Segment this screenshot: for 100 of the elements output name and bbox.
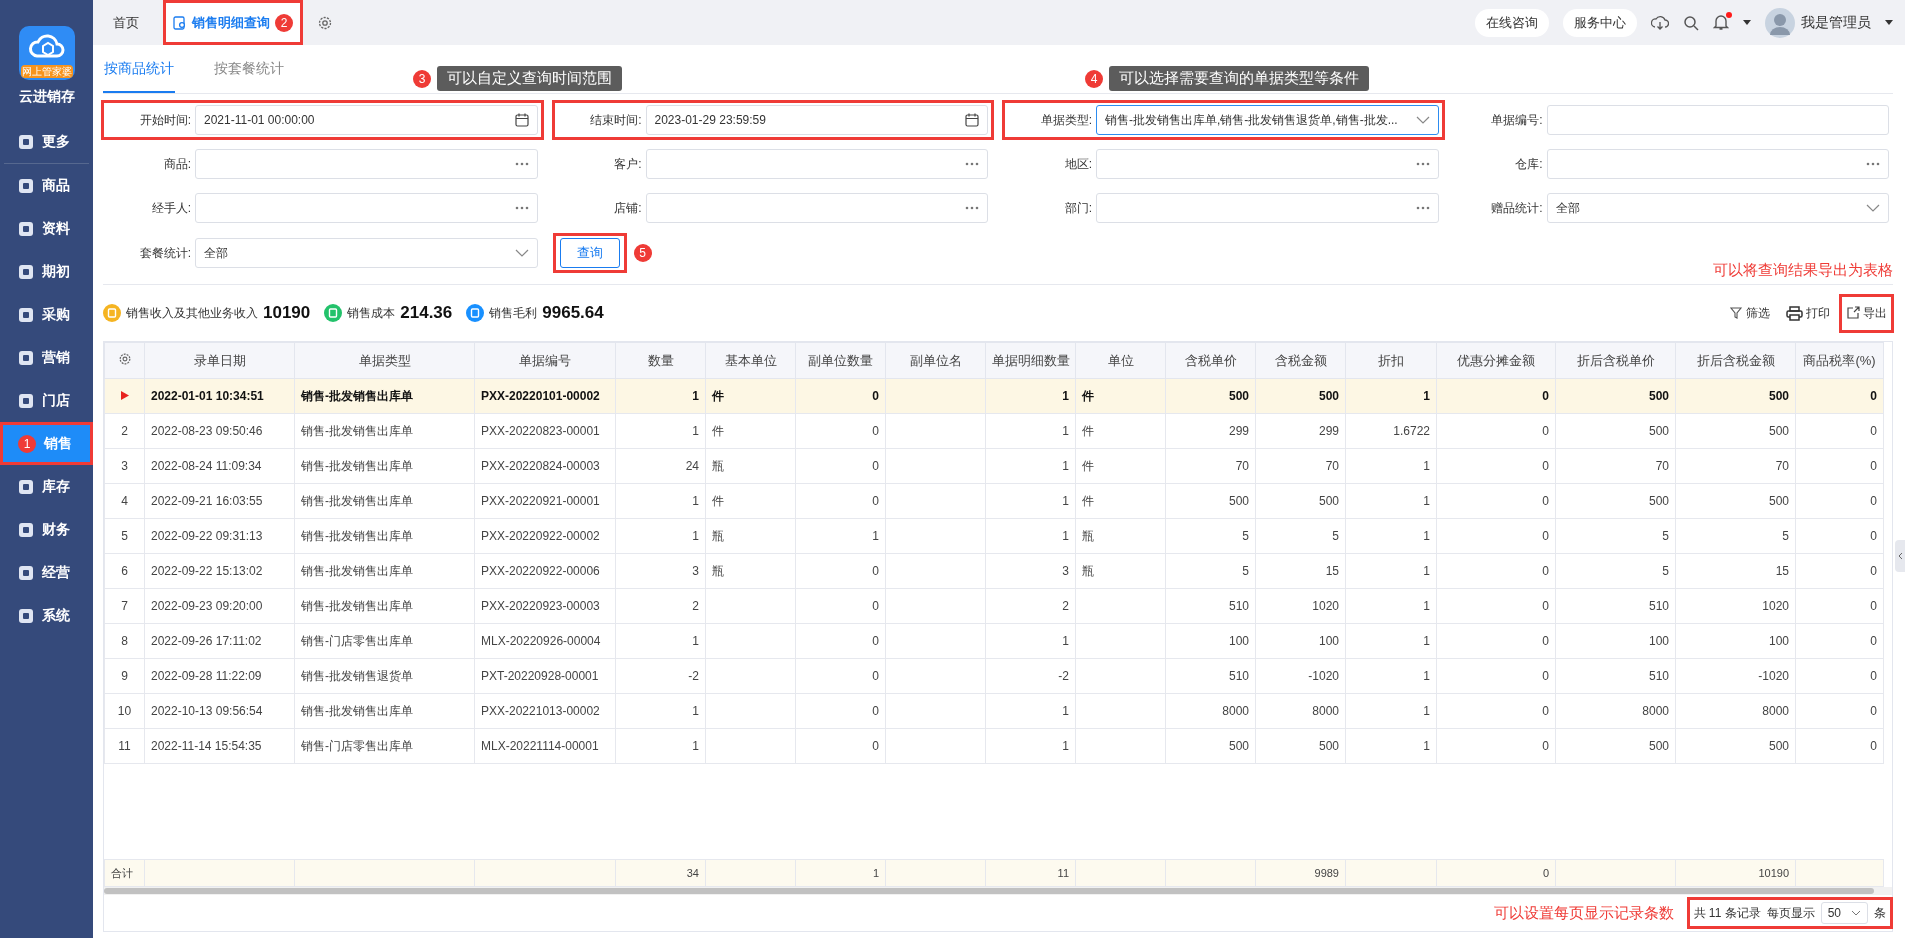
table-row[interactable]: 9 2022-09-28 11:22:09 销售-批发销售退货单 PXT-20220928-00001 -2 0 -2 510 -1020 1 0 510 -1020 0	[104, 658, 1884, 694]
input-field[interactable]: 销售-批发销售出库单,销售-批发销售退货单,销售-批发...	[1096, 105, 1439, 135]
column-header[interactable]: 含税单价	[1165, 342, 1256, 379]
page-size-select[interactable]: 50	[1820, 902, 1868, 924]
total-cell: 10190	[1675, 859, 1796, 887]
column-header[interactable]: 基本单位	[705, 342, 796, 379]
page-tab[interactable]: 首页	[103, 0, 149, 45]
avatar-icon[interactable]	[1765, 7, 1795, 38]
table-cell: 500	[1555, 378, 1676, 414]
collapse-handle[interactable]	[1895, 540, 1905, 572]
search-icon[interactable]	[1683, 14, 1699, 31]
row-number: 9	[121, 669, 128, 683]
column-header[interactable]: 折后含税单价	[1555, 342, 1676, 379]
table-row[interactable]: 6 2022-09-22 15:13:02 销售-批发销售出库单 PXX-20220922-00006 3 瓶 0 3 瓶 5 15 1 0 5 15 0	[104, 553, 1884, 589]
table-cell: 1	[1345, 693, 1437, 729]
input-field[interactable]: 全部	[1546, 193, 1889, 223]
sidebar-item[interactable]: 商品	[0, 164, 93, 207]
column-header[interactable]: 含税金额	[1255, 342, 1346, 379]
input-field[interactable]	[645, 149, 988, 179]
page-tab[interactable]: 销售明细查询 2	[163, 0, 303, 45]
ellipsis-icon[interactable]	[514, 206, 529, 210]
header-button[interactable]: 服务中心	[1563, 8, 1637, 37]
bell-icon[interactable]	[1713, 14, 1729, 31]
table-cell: 500	[1255, 483, 1346, 519]
input-field[interactable]	[1096, 193, 1439, 223]
ellipsis-icon[interactable]	[965, 162, 979, 166]
header-button[interactable]: 在线咨询	[1475, 8, 1549, 37]
table-row[interactable]: 8 2022-09-26 17:11:02 销售-门店零售出库单 MLX-20220926-00004 1 0 1 100 100 1 0 100 100 0	[104, 623, 1884, 659]
page-size-label: 每页显示	[1766, 904, 1815, 922]
column-header[interactable]: 数量	[615, 342, 706, 379]
toolbar-button[interactable]: 筛选	[1724, 294, 1776, 332]
sidebar-item[interactable]: 财务	[0, 508, 93, 551]
input-field[interactable]: 2023-01-29 23:59:59	[645, 105, 988, 135]
column-header[interactable]: 副单位名	[885, 342, 986, 379]
table-row[interactable]: 2022-01-01 10:34:51 销售-批发销售出库单 PXX-20220101-00002 1 件 0 1 件 500 500 1 0 500 500 0	[104, 378, 1884, 414]
ellipsis-icon[interactable]	[965, 206, 979, 210]
calendar-icon[interactable]	[514, 113, 529, 127]
input-field[interactable]	[1546, 105, 1889, 135]
column-header[interactable]: 单据类型	[294, 342, 475, 379]
sidebar-item[interactable]: 营销	[0, 336, 93, 379]
input-field[interactable]	[1546, 149, 1889, 179]
column-header[interactable]: 单据明细数量	[985, 342, 1076, 379]
column-header[interactable]: 单位	[1075, 342, 1166, 379]
query-button[interactable]: 查询	[559, 238, 620, 268]
ellipsis-icon[interactable]	[1866, 162, 1880, 166]
cloud-download-icon[interactable]	[1651, 14, 1669, 31]
chevron-down-icon[interactable]	[514, 249, 529, 257]
view-tab[interactable]: 按套餐统计	[213, 45, 285, 93]
sidebar-item[interactable]: 门店	[0, 379, 93, 422]
table-row[interactable]: 11 2022-11-14 15:54:35 销售-门店零售出库单 MLX-20221114-00001 1 0 1 500 500 1 0 500 500 0	[104, 728, 1884, 764]
sidebar-item[interactable]: 经营	[0, 551, 93, 594]
column-header[interactable]: 折后含税金额	[1675, 342, 1796, 379]
table-row[interactable]: 4 2022-09-21 16:03:55 销售-批发销售出库单 PXX-20220921-00001 1 件 0 1 件 500 500 1 0 500 500 0	[104, 483, 1884, 519]
sidebar-item[interactable]: 系统	[0, 594, 93, 637]
caret-icon[interactable]	[1885, 19, 1893, 26]
column-header[interactable]: 优惠分摊金额	[1436, 342, 1556, 379]
column-header[interactable]: 单据编号	[474, 342, 616, 379]
input-field[interactable]: 全部	[195, 238, 538, 268]
table-cell: 1	[985, 623, 1076, 659]
chevron-down-icon[interactable]	[1415, 116, 1430, 124]
settings-icon[interactable]	[117, 352, 132, 366]
ellipsis-icon[interactable]	[514, 162, 529, 166]
logo-badge: 网上管家婆	[20, 65, 73, 78]
table-cell: 2	[615, 588, 706, 624]
field-label: 套餐统计:	[138, 244, 191, 262]
table-cell: 500	[1555, 413, 1676, 449]
sidebar-item[interactable]: 期初	[0, 250, 93, 293]
column-header[interactable]: 商品税率(%)	[1795, 342, 1884, 379]
chevron-down-icon[interactable]	[1866, 204, 1880, 212]
toolbar-button[interactable]: 导出	[1840, 294, 1893, 332]
sidebar-item[interactable]: 库存	[0, 465, 93, 508]
table-row[interactable]: 10 2022-10-13 09:56:54 销售-批发销售出库单 PXX-20221013-00002 1 0 1 8000 8000 1 0 8000 8000 0	[104, 693, 1884, 729]
sidebar-item[interactable]: 1 销售	[0, 422, 93, 465]
input-field[interactable]	[1096, 149, 1439, 179]
sidebar-item[interactable]: 资料	[0, 207, 93, 250]
toolbar-button[interactable]: 打印	[1780, 294, 1836, 332]
input-field[interactable]: 2021-11-01 00:00:00	[195, 105, 538, 135]
table-row[interactable]: 7 2022-09-23 09:20:00 销售-批发销售出库单 PXX-20220923-00003 2 0 2 510 1020 1 0 510 1020 0	[104, 588, 1884, 624]
ellipsis-icon[interactable]	[1415, 206, 1430, 210]
table-cell: 1	[985, 728, 1076, 764]
horizontal-scrollbar[interactable]	[104, 887, 1892, 895]
table-cell: 1	[985, 413, 1076, 449]
column-header[interactable]: 折扣	[1345, 342, 1437, 379]
column-header[interactable]: 录单日期	[144, 342, 295, 379]
view-tab[interactable]: 按商品统计	[103, 45, 175, 93]
settings-icon[interactable]	[317, 14, 333, 31]
sidebar-item[interactable]: 更多	[0, 120, 93, 163]
caret-icon[interactable]	[1743, 19, 1751, 26]
table-row[interactable]: 2 2022-08-23 09:50:46 销售-批发销售出库单 PXX-20220823-00001 1 件 0 1 件 299 299 1.6722 0 500 500 0	[104, 413, 1884, 449]
user-name[interactable]: 我是管理员	[1801, 13, 1871, 32]
input-field[interactable]	[645, 193, 988, 223]
table-row[interactable]: 5 2022-09-22 09:31:13 销售-批发销售出库单 PXX-20220922-00002 1 瓶 1 1 瓶 5 5 1 0 5 5 0	[104, 518, 1884, 554]
table-cell: 件	[705, 413, 796, 449]
input-field[interactable]	[195, 193, 538, 223]
column-header[interactable]: 副单位数量	[795, 342, 886, 379]
sidebar-item[interactable]: 采购	[0, 293, 93, 336]
input-field[interactable]	[195, 149, 538, 179]
ellipsis-icon[interactable]	[1415, 162, 1430, 166]
table-row[interactable]: 3 2022-08-24 11:09:34 销售-批发销售出库单 PXX-20220824-00003 24 瓶 0 1 件 70 70 1 0 70 70 0	[104, 448, 1884, 484]
calendar-icon[interactable]	[965, 113, 979, 127]
